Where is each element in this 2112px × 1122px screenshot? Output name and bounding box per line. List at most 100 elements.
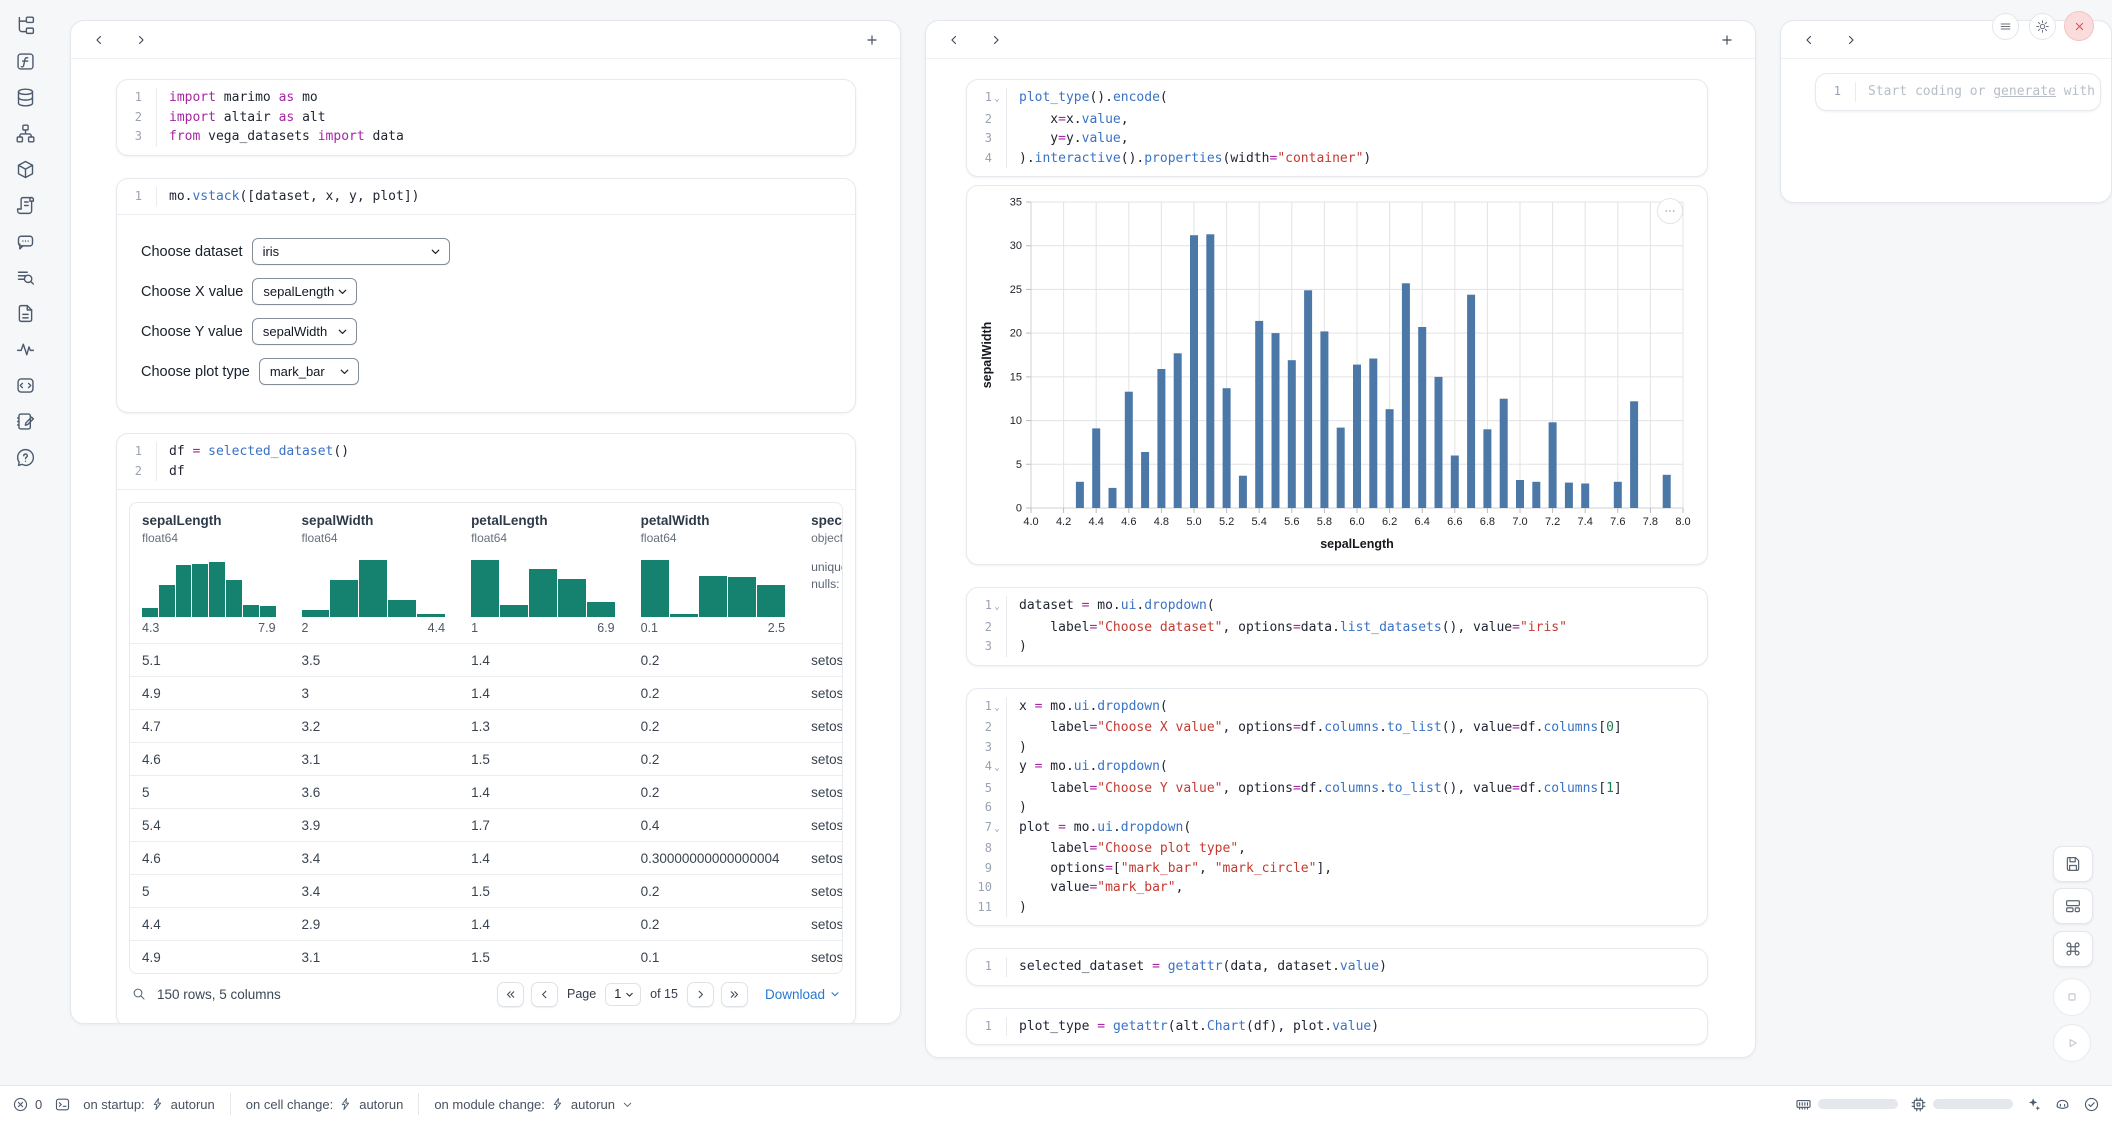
code-cell-vstack[interactable]: 1mo.vstack([dataset, x, y, plot]) Choose… bbox=[116, 178, 856, 414]
next-page-button[interactable] bbox=[687, 982, 714, 1007]
code-cell-selected-dataset[interactable]: 1selected_dataset = getattr(data, datase… bbox=[966, 948, 1708, 986]
close-button[interactable] bbox=[2064, 11, 2094, 41]
svg-text:4.2: 4.2 bbox=[1056, 516, 1071, 528]
column-header-sepalWidth[interactable]: sepalWidthfloat6424.4 bbox=[290, 513, 460, 635]
download-button[interactable]: Download bbox=[765, 987, 841, 1002]
status-bar: 0 on startup:autorun on cell change:autoru… bbox=[0, 1085, 2112, 1122]
nav-forward-button[interactable] bbox=[129, 28, 153, 52]
column-header-petalWidth[interactable]: petalWidthfloat640.12.5 bbox=[629, 513, 800, 635]
sidebar-item-scratchpad[interactable] bbox=[10, 408, 40, 435]
x-value-control: Choose X valuesepalLength bbox=[141, 278, 831, 305]
prev-page-button[interactable] bbox=[531, 982, 558, 1007]
svg-text:4.6: 4.6 bbox=[1121, 516, 1136, 528]
svg-text:10: 10 bbox=[1010, 415, 1022, 427]
search-icon[interactable] bbox=[131, 986, 147, 1002]
table-row[interactable]: 5.43.91.70.4setosa bbox=[130, 808, 842, 841]
last-page-button[interactable] bbox=[721, 982, 748, 1007]
code-line: 2 label="Choose X value", options=df.col… bbox=[967, 718, 1707, 738]
settings-button[interactable] bbox=[2029, 13, 2056, 40]
code-cell-dataset-dropdown[interactable]: 1⌄dataset = mo.ui.dropdown(2 label="Choo… bbox=[966, 587, 1708, 666]
sidebar-item-chat[interactable] bbox=[10, 228, 40, 255]
stop-button[interactable] bbox=[2053, 978, 2091, 1016]
nav-back-button[interactable] bbox=[87, 28, 111, 52]
sidebar-item-console[interactable] bbox=[10, 372, 40, 399]
table-row[interactable]: 53.61.40.2setosa bbox=[130, 775, 842, 808]
svg-text:20: 20 bbox=[1010, 328, 1022, 340]
table-row[interactable]: 4.63.11.50.2setosa bbox=[130, 742, 842, 775]
layout-button[interactable] bbox=[2053, 888, 2093, 924]
code-cell-xy-plot-dropdowns[interactable]: 1⌄x = mo.ui.dropdown(2 label="Choose X v… bbox=[966, 688, 1708, 927]
bolt-icon bbox=[151, 1097, 165, 1111]
nav-forward-button[interactable] bbox=[984, 28, 1008, 52]
column-header-species[interactable]: speciesobjectunique:nulls: bbox=[799, 513, 842, 635]
copilot-button[interactable] bbox=[2054, 1096, 2071, 1113]
on-startup-mode[interactable]: on startup:autorun bbox=[83, 1097, 215, 1112]
bar-chart[interactable]: 4.04.24.44.64.85.05.25.45.65.86.06.26.46… bbox=[977, 190, 1699, 562]
terminal-button[interactable] bbox=[54, 1096, 71, 1113]
menu-icon bbox=[1998, 19, 2013, 34]
code-cell-imports[interactable]: 1import marimo as mo2import altair as al… bbox=[116, 79, 856, 156]
sidebar-item-database[interactable] bbox=[10, 84, 40, 111]
sidebar-item-file-tree[interactable] bbox=[10, 12, 40, 39]
chart-output[interactable]: 4.04.24.44.64.85.05.25.45.65.86.06.26.46… bbox=[966, 185, 1708, 565]
table-row[interactable]: 4.73.21.30.2setosa bbox=[130, 709, 842, 742]
first-page-button[interactable] bbox=[497, 982, 524, 1007]
save-button[interactable] bbox=[2053, 846, 2093, 882]
table-row[interactable]: 4.63.41.40.30000000000000004setosa bbox=[130, 841, 842, 874]
code-line: 3) bbox=[967, 738, 1707, 758]
nav-back-button[interactable] bbox=[942, 28, 966, 52]
dataset-select[interactable]: iris bbox=[252, 238, 450, 265]
chart-menu-button[interactable] bbox=[1657, 198, 1683, 224]
code-cell-plot-type[interactable]: 1plot_type = getattr(alt.Chart(df), plot… bbox=[966, 1008, 1708, 1046]
menu-button[interactable] bbox=[1992, 13, 2019, 40]
sidebar-item-help[interactable] bbox=[10, 444, 40, 471]
dropdown-label: Choose dataset bbox=[141, 244, 243, 260]
sidebar-item-packages[interactable] bbox=[10, 156, 40, 183]
sidebar-item-tracing[interactable] bbox=[10, 336, 40, 363]
svg-text:6.4: 6.4 bbox=[1415, 516, 1430, 528]
sidebar-item-snippets[interactable] bbox=[10, 192, 40, 219]
run-button[interactable] bbox=[2053, 1024, 2091, 1062]
code-line: 4⌄y = mo.ui.dropdown( bbox=[967, 757, 1707, 779]
code-line: 1⌄x = mo.ui.dropdown( bbox=[967, 697, 1707, 719]
table-row[interactable]: 5.13.51.40.2setosa bbox=[130, 643, 842, 676]
sidebar-item-documentation[interactable] bbox=[10, 300, 40, 327]
column-header-petalLength[interactable]: petalLengthfloat6416.9 bbox=[459, 513, 629, 635]
chevrons-left-icon bbox=[504, 988, 517, 1001]
sidebar-item-logs[interactable] bbox=[10, 264, 40, 291]
on-module-change-mode[interactable]: on module change:autorun bbox=[434, 1097, 634, 1112]
sidebar-item-dependency-graph[interactable] bbox=[10, 120, 40, 147]
sidebar-item-variables[interactable] bbox=[10, 48, 40, 75]
keyboard-shortcuts-button[interactable] bbox=[2053, 931, 2093, 967]
table-row[interactable]: 53.41.50.2setosa bbox=[130, 874, 842, 907]
code-cell-plot[interactable]: 1⌄plot_type().encode(2 x=x.value,3 y=y.v… bbox=[966, 79, 1708, 177]
ai-assistant-button[interactable] bbox=[2025, 1096, 2042, 1113]
chevron-down-icon bbox=[429, 245, 442, 258]
logs-icon bbox=[15, 267, 36, 288]
connection-status[interactable] bbox=[2083, 1096, 2100, 1113]
scratchpad-icon bbox=[15, 411, 36, 432]
table-row[interactable]: 4.42.91.40.2setosa bbox=[130, 907, 842, 940]
code-line: 2import altair as alt bbox=[117, 108, 855, 128]
code-cell-dataframe[interactable]: 1df = selected_dataset()2df sepalLengthf… bbox=[116, 433, 856, 1024]
nav-forward-button[interactable] bbox=[1839, 28, 1863, 52]
page-select[interactable]: 1 bbox=[605, 983, 641, 1006]
table-row[interactable]: 4.93.11.50.1setosa bbox=[130, 940, 842, 973]
code-line: 3) bbox=[967, 637, 1707, 657]
y-value-select[interactable]: sepalWidth bbox=[252, 318, 357, 345]
on-cell-change-mode[interactable]: on cell change:autorun bbox=[246, 1097, 404, 1112]
scratchpad-cell[interactable]: 1Start coding or generate with AI bbox=[1815, 73, 2101, 111]
x-value-select[interactable]: sepalLength bbox=[252, 278, 357, 305]
chevron-left-icon bbox=[947, 33, 961, 47]
add-cell-button[interactable] bbox=[1715, 28, 1739, 52]
chevron-down-icon bbox=[338, 365, 351, 378]
error-count[interactable]: 0 bbox=[12, 1096, 42, 1113]
svg-text:7.0: 7.0 bbox=[1512, 516, 1527, 528]
plot-type-select[interactable]: mark_bar bbox=[259, 358, 359, 385]
nav-back-button[interactable] bbox=[1797, 28, 1821, 52]
chevron-down-icon bbox=[336, 325, 349, 338]
add-cell-button[interactable] bbox=[860, 28, 884, 52]
column-header-sepalLength[interactable]: sepalLengthfloat644.37.9 bbox=[130, 513, 290, 635]
table-row[interactable]: 4.931.40.2setosa bbox=[130, 676, 842, 709]
layout-icon bbox=[2064, 897, 2082, 915]
